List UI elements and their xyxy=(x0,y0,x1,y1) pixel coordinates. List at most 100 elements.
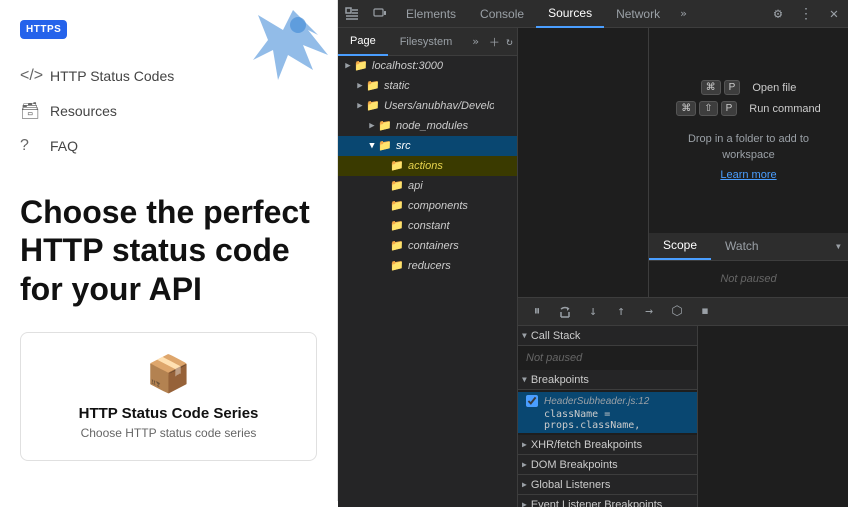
global-title: Global Listeners xyxy=(531,479,611,491)
tree-item-actions[interactable]: 📁 actions xyxy=(338,156,517,176)
tree-item-constant[interactable]: 📁 constant xyxy=(338,216,517,236)
folder-icon: 📁 xyxy=(390,259,404,273)
kbd-cmd2: ⌘ xyxy=(676,101,696,116)
step-out-button[interactable]: ↑ xyxy=(610,301,632,323)
bottom-left-panel: ▼ Call Stack Not paused ▼ Breakpoints xyxy=(518,326,698,507)
tree-item-node-modules[interactable]: ▶ 📁 node_modules xyxy=(338,116,517,136)
tree-item-static[interactable]: ▶ 📁 static xyxy=(338,76,517,96)
pause-on-exceptions-button[interactable]: ⏹ xyxy=(694,301,716,323)
global-arrow: ▶ xyxy=(522,480,527,489)
pause-button[interactable]: ⏸ xyxy=(526,301,548,323)
folder-icon: 📁 xyxy=(378,119,392,133)
tree-item-label: src xyxy=(396,140,411,152)
breakpoint-code: className = props.className, xyxy=(544,409,689,431)
right-panel: ⌘ P Open file ⌘ ⇧ P Run command xyxy=(648,28,848,297)
sync-icon[interactable]: ↻ xyxy=(502,28,517,56)
sidebar-item-label: HTTP Status Codes xyxy=(50,68,174,84)
folder-icon: 📁 xyxy=(390,179,404,193)
tree-item-localhost[interactable]: ▶ 📁 localhost:3000 xyxy=(338,56,517,76)
card-title: HTTP Status Code Series xyxy=(79,405,259,422)
gear-icon[interactable]: ⚙ xyxy=(764,0,792,28)
bottom-right-panel xyxy=(698,326,848,507)
bottom-content: ▼ Call Stack Not paused ▼ Breakpoints xyxy=(518,326,848,507)
shortcut-label-open: Open file xyxy=(752,82,796,94)
folder-icon: 📁 xyxy=(378,139,392,153)
breakpoint-checkbox[interactable] xyxy=(526,395,538,407)
tree-item-label: actions xyxy=(408,160,443,172)
tab-network[interactable]: Network xyxy=(604,0,672,28)
tree-item-label: containers xyxy=(408,240,459,252)
https-badge: HTTPS xyxy=(20,20,67,39)
tree-item-label: node_modules xyxy=(396,120,468,132)
panel-scroll-button[interactable]: ▾ xyxy=(829,232,848,260)
xhr-breakpoints-header[interactable]: ▶ XHR/fetch Breakpoints xyxy=(518,435,697,455)
tree-item-reducers[interactable]: 📁 reducers xyxy=(338,256,517,276)
shortcuts-area: ⌘ P Open file ⌘ ⇧ P Run command xyxy=(649,28,848,233)
breakpoints-arrow: ▼ xyxy=(522,375,527,384)
tab-scope[interactable]: Scope xyxy=(649,232,711,260)
device-icon[interactable] xyxy=(366,0,394,28)
learn-more-link[interactable]: Learn more xyxy=(720,169,776,181)
folder-icon: 📁 xyxy=(366,79,380,93)
scope-watch-tabs: Scope Watch ▾ xyxy=(649,233,848,261)
dom-breakpoints-header[interactable]: ▶ DOM Breakpoints xyxy=(518,455,697,475)
tab-filesystem[interactable]: Filesystem xyxy=(388,28,465,56)
shortcut-keys-run: ⌘ ⇧ P xyxy=(676,101,737,116)
file-tree-tabs: Page Filesystem » ＋ ↻ xyxy=(338,28,517,56)
bird-decoration xyxy=(248,0,338,90)
call-stack-content: Not paused xyxy=(518,346,697,370)
tree-item-label: localhost:3000 xyxy=(372,60,443,72)
sidebar-item-label: FAQ xyxy=(50,138,78,154)
breakpoints-header[interactable]: ▼ Breakpoints xyxy=(518,370,697,390)
shortcut-keys-open: ⌘ P xyxy=(701,80,741,95)
close-icon[interactable]: ✕ xyxy=(820,0,848,28)
tab-sources[interactable]: Sources xyxy=(536,0,604,28)
tree-arrow xyxy=(378,201,390,211)
tree-item-src[interactable]: ▼ 📁 src xyxy=(338,136,517,156)
tree-item-label: Users/anubhav/Developer/P xyxy=(384,100,494,112)
file-tree-more-button[interactable]: » xyxy=(464,35,487,48)
devtools-panel: Elements Console Sources Network » ⚙ ⋮ ✕… xyxy=(338,0,848,507)
global-listeners-header[interactable]: ▶ Global Listeners xyxy=(518,475,697,495)
tree-arrow xyxy=(378,261,390,271)
tab-page[interactable]: Page xyxy=(338,28,388,56)
tree-item-components[interactable]: 📁 components xyxy=(338,196,517,216)
shortcut-run-command: ⌘ ⇧ P Run command xyxy=(665,101,832,116)
step-button[interactable]: → xyxy=(638,301,660,323)
breakpoint-item[interactable]: HeaderSubheader.js:12 className = props.… xyxy=(518,392,697,433)
step-into-button[interactable]: ↓ xyxy=(582,301,604,323)
tree-item-users[interactable]: ▶ 📁 Users/anubhav/Developer/P xyxy=(338,96,517,116)
step-over-button[interactable] xyxy=(554,301,576,323)
tree-arrow: ▼ xyxy=(366,141,378,151)
file-tree: Page Filesystem » ＋ ↻ ▶ 📁 localhost:3000… xyxy=(338,28,518,507)
tree-item-containers[interactable]: 📁 containers xyxy=(338,236,517,256)
tree-item-label: constant xyxy=(408,220,450,232)
sidebar-item-label: Resources xyxy=(50,103,117,119)
folder-icon: 📁 xyxy=(354,59,368,73)
tab-watch[interactable]: Watch xyxy=(711,232,773,260)
more-options-icon[interactable]: ⋮ xyxy=(792,0,820,28)
card[interactable]: 📦 HTTP Status Code Series Choose HTTP st… xyxy=(20,332,317,461)
kbd-p: P xyxy=(724,80,741,95)
sidebar-item-resources[interactable]: 🗃 Resources xyxy=(20,93,317,129)
add-folder-icon[interactable]: ＋ xyxy=(487,28,502,56)
tree-item-api[interactable]: 📁 api xyxy=(338,176,517,196)
call-stack-header[interactable]: ▼ Call Stack xyxy=(518,326,697,346)
kbd-shift: ⇧ xyxy=(699,101,717,116)
tab-console[interactable]: Console xyxy=(468,0,536,28)
sidebar-item-faq[interactable]: ? FAQ xyxy=(20,129,317,163)
code-editor xyxy=(518,28,648,297)
dom-arrow: ▶ xyxy=(522,460,527,469)
dom-title: DOM Breakpoints xyxy=(531,459,618,471)
folder-icon: 📁 xyxy=(366,99,380,113)
more-tabs-button[interactable]: » xyxy=(672,7,695,20)
tab-elements[interactable]: Elements xyxy=(394,0,468,28)
not-paused-label: Not paused xyxy=(649,261,848,297)
event-listener-breakpoints-header[interactable]: ▶ Event Listener Breakpoints xyxy=(518,495,697,507)
call-stack-title: Call Stack xyxy=(531,330,581,342)
deactivate-breakpoints-button[interactable]: ⬡ xyxy=(666,301,688,323)
tree-item-label: api xyxy=(408,180,423,192)
inspect-icon[interactable] xyxy=(338,0,366,28)
tree-item-label: components xyxy=(408,200,468,212)
folder-icon: 📁 xyxy=(390,239,404,253)
